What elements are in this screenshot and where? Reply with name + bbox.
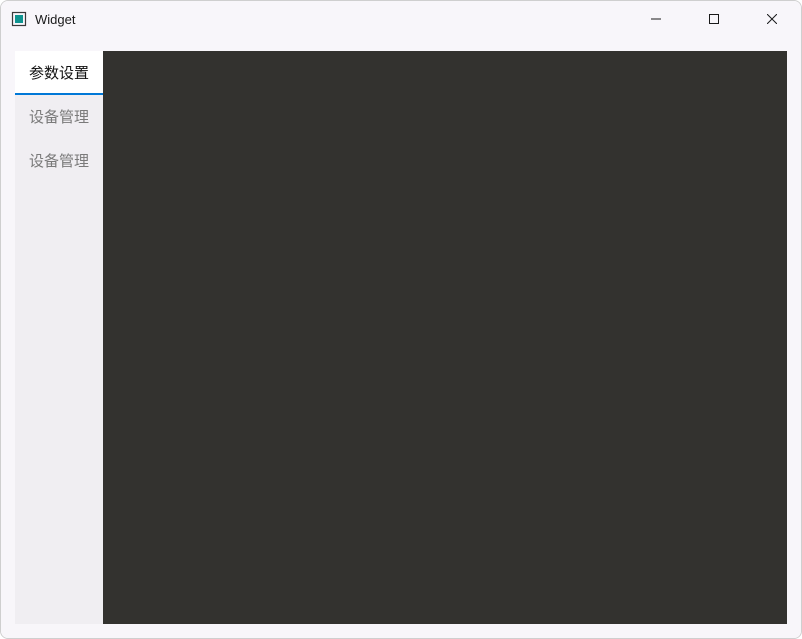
tab-device-management-2[interactable]: 设备管理 — [15, 139, 103, 183]
client-area: 参数设置 设备管理 设备管理 — [1, 37, 801, 638]
tab-label: 参数设置 — [29, 62, 89, 83]
tab-device-management-1[interactable]: 设备管理 — [15, 95, 103, 139]
tab-bar: 参数设置 设备管理 设备管理 — [15, 51, 103, 624]
title-bar[interactable]: Widget — [1, 1, 801, 37]
application-window: Widget 参数设置 — [0, 0, 802, 639]
minimize-icon — [651, 14, 661, 24]
maximize-icon — [709, 14, 719, 24]
app-icon — [11, 11, 27, 27]
close-button[interactable] — [743, 1, 801, 37]
tab-parameter-settings[interactable]: 参数设置 — [15, 51, 103, 95]
window-title: Widget — [35, 12, 627, 27]
maximize-button[interactable] — [685, 1, 743, 37]
content-panel — [103, 51, 787, 624]
window-controls — [627, 1, 801, 37]
close-icon — [767, 14, 777, 24]
tab-label: 设备管理 — [29, 150, 89, 171]
minimize-button[interactable] — [627, 1, 685, 37]
tab-label: 设备管理 — [29, 106, 89, 127]
